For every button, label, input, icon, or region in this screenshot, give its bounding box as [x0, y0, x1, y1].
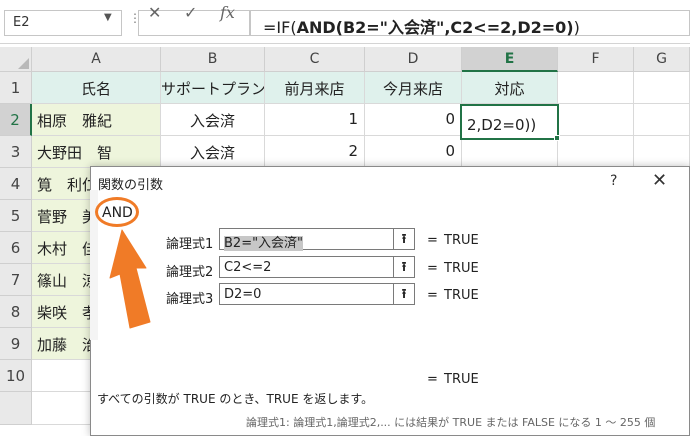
arg1-result: TRUE [444, 233, 479, 248]
column-header-e[interactable]: E [462, 47, 558, 72]
row-header-11[interactable] [0, 392, 32, 425]
row-header-2[interactable]: 2 [0, 104, 32, 136]
row-header-8[interactable]: 8 [0, 296, 32, 328]
arg2-input[interactable]: C2<=2 [219, 256, 394, 278]
cur-visit-cell[interactable]: 0 [365, 104, 462, 136]
prev-visit-cell[interactable]: 1 [265, 104, 365, 136]
response-cell[interactable] [462, 136, 558, 168]
arg2-equals: = [427, 261, 438, 276]
total-equals: = [427, 372, 438, 387]
row-header-9[interactable]: 9 [0, 328, 32, 360]
arg2-result: TRUE [444, 261, 479, 276]
column-header-d[interactable]: D [365, 47, 462, 72]
cancel-icon[interactable]: ✕ [148, 3, 161, 22]
arg3-input[interactable]: D2=0 [219, 283, 394, 305]
table-header-cell[interactable]: 前月来店 [265, 72, 365, 104]
table-header-cell[interactable]: サポートプラン [161, 72, 265, 104]
column-header-g[interactable]: G [634, 47, 690, 72]
column-header-b[interactable]: B [161, 47, 265, 72]
row-header-5[interactable]: 5 [0, 200, 32, 232]
column-header-c[interactable]: C [265, 47, 365, 72]
name-cell[interactable]: 大野田 智 [32, 136, 161, 168]
empty-cell[interactable] [634, 72, 690, 104]
insert-function-icon[interactable]: fx [220, 3, 235, 22]
active-cell-e2[interactable]: 2,D2=0)) [460, 104, 559, 140]
arg3-equals: = [427, 288, 438, 303]
fill-handle[interactable] [554, 135, 560, 141]
formula-and-part: AND(B2="入会済",C2<=2,D2=0) [296, 18, 574, 37]
formula-suffix: ) [573, 18, 580, 37]
arg1-label: 論理式1 [166, 237, 214, 252]
arg3-label: 論理式3 [166, 292, 214, 307]
cur-visit-cell[interactable]: 0 [365, 136, 462, 168]
close-icon[interactable]: ✕ [652, 170, 667, 191]
empty-cell[interactable] [558, 136, 634, 168]
formula-prefix: =IF( [263, 18, 297, 37]
plan-cell[interactable]: 入会済 [161, 104, 265, 136]
table-header-cell[interactable]: 今月来店 [365, 72, 462, 104]
enter-icon[interactable]: ✓ [184, 3, 197, 22]
collapse-dialog-button[interactable]: ⭱ [393, 228, 415, 250]
empty-cell[interactable] [558, 104, 634, 136]
row-header-4[interactable]: 4 [0, 168, 32, 200]
arg2-label: 論理式2 [166, 265, 214, 280]
row-header-1[interactable]: 1 [0, 72, 32, 104]
plan-cell[interactable]: 入会済 [161, 136, 265, 168]
arg1-value: B2="入会済" [224, 236, 304, 251]
help-button[interactable]: ? [610, 173, 617, 189]
prev-visit-cell[interactable]: 2 [265, 136, 365, 168]
table-header-cell[interactable]: 氏名 [32, 72, 161, 104]
row-header-6[interactable]: 6 [0, 232, 32, 264]
arg3-result: TRUE [444, 288, 479, 303]
formula-input[interactable]: =IF(AND(B2="入会済",C2<=2,D2=0)) [250, 10, 690, 37]
column-header-f[interactable]: F [558, 47, 634, 72]
name-cell[interactable]: 相原 雅紀 [32, 104, 161, 136]
empty-cell[interactable] [634, 136, 690, 168]
collapse-dialog-button[interactable]: ⭱ [393, 283, 415, 305]
row-header-3[interactable]: 3 [0, 136, 32, 168]
arg1-equals: = [427, 233, 438, 248]
dialog-title: 関数の引数 [98, 178, 164, 193]
total-result: TRUE [444, 372, 479, 387]
column-header-a[interactable]: A [32, 47, 161, 72]
table-header-cell[interactable]: 対応 [462, 72, 558, 104]
argument-description: 論理式1: 論理式1,論理式2,... には結果が TRUE または FALSE… [246, 416, 656, 429]
row-header-10[interactable]: 10 [0, 360, 32, 392]
function-description: すべての引数が TRUE のとき、TRUE を返します。 [97, 392, 374, 406]
chevron-down-icon[interactable]: ▼ [104, 12, 112, 23]
empty-cell[interactable] [558, 72, 634, 104]
row-header-7[interactable]: 7 [0, 264, 32, 296]
select-all-icon [18, 58, 29, 69]
collapse-dialog-button[interactable]: ⭱ [393, 256, 415, 278]
arg1-input[interactable]: B2="入会済" [219, 228, 394, 251]
empty-cell[interactable] [634, 104, 690, 136]
